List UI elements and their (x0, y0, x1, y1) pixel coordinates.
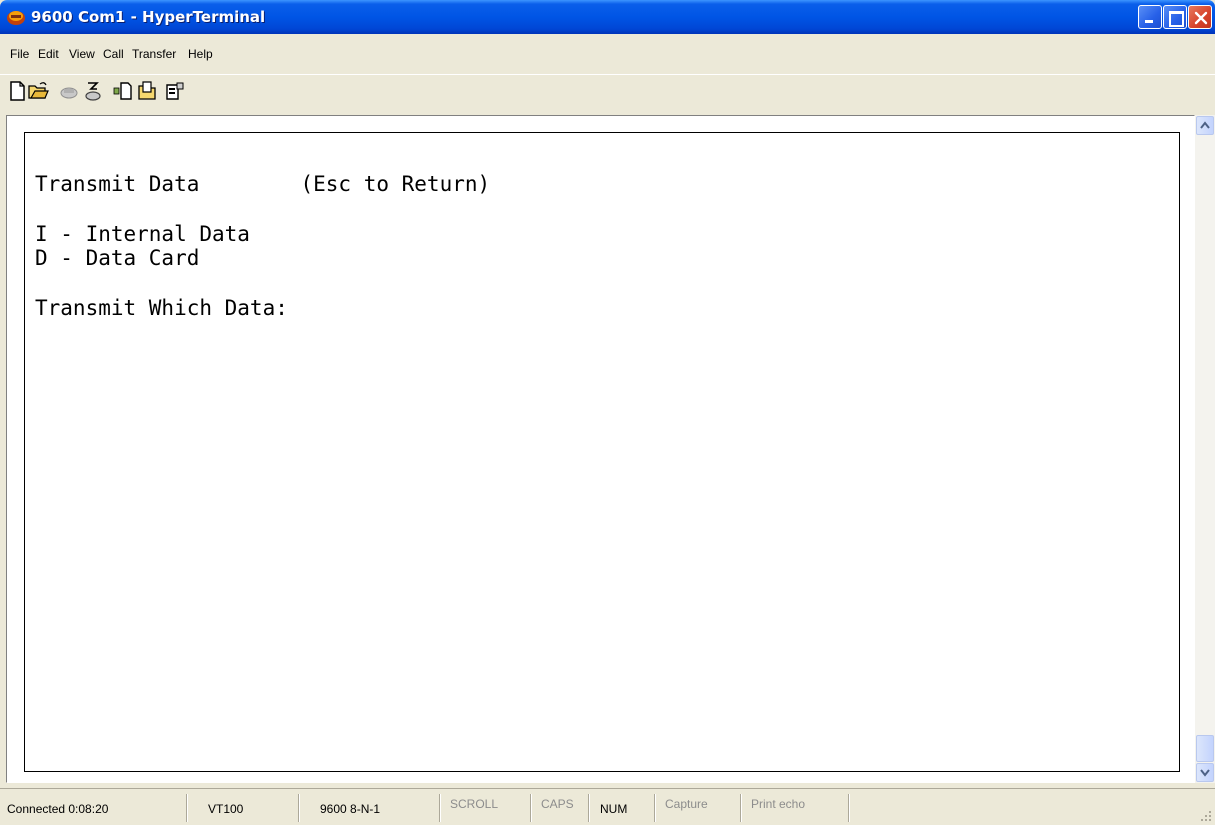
title-bar[interactable]: 9600 Com1 - HyperTerminal (0, 0, 1215, 34)
scroll-thumb[interactable] (1196, 735, 1214, 762)
menu-view[interactable]: View (69, 47, 95, 61)
status-capture: Capture (665, 797, 708, 811)
menu-call[interactable]: Call (103, 47, 124, 61)
menu-bar (0, 34, 1215, 72)
status-divider (848, 794, 850, 822)
menu-edit[interactable]: Edit (38, 47, 59, 61)
status-divider (186, 794, 188, 822)
status-settings: 9600 8-N-1 (320, 802, 381, 816)
scroll-down-button[interactable] (1196, 763, 1214, 782)
status-divider (654, 794, 656, 822)
status-emulation: VT100 (208, 802, 244, 816)
status-divider (439, 794, 441, 822)
properties-icon[interactable] (164, 80, 186, 102)
status-divider (298, 794, 300, 822)
hyperterminal-icon (6, 8, 26, 26)
receive-icon[interactable] (136, 80, 158, 102)
menu-help[interactable]: Help (188, 47, 213, 61)
chevron-up-icon (1200, 121, 1210, 129)
connect-icon[interactable] (58, 80, 80, 102)
status-num: NUM (600, 802, 628, 816)
terminal-line: D - Data Card (35, 246, 200, 270)
status-scroll: SCROLL (450, 797, 499, 811)
status-divider (740, 794, 742, 822)
status-divider (588, 794, 590, 822)
terminal-line: Transmit Data (Esc to Return) (35, 172, 491, 196)
menu-transfer[interactable]: Transfer (132, 47, 176, 61)
terminal-line: I - Internal Data (35, 222, 250, 246)
scroll-up-button[interactable] (1196, 116, 1214, 135)
close-icon (1194, 11, 1208, 25)
maximize-button[interactable] (1163, 5, 1187, 29)
close-button[interactable] (1188, 5, 1212, 29)
disconnect-icon[interactable] (82, 80, 104, 102)
send-icon[interactable] (112, 80, 134, 102)
new-icon[interactable] (7, 80, 29, 102)
status-divider (530, 794, 532, 822)
status-print-echo: Print echo (751, 797, 806, 811)
open-icon[interactable] (27, 80, 49, 102)
menu-file[interactable]: File (10, 47, 29, 61)
vertical-scrollbar[interactable] (1195, 115, 1215, 783)
chevron-down-icon (1200, 769, 1210, 777)
terminal-line: Transmit Which Data: (35, 296, 288, 320)
status-connected: Connected 0:08:20 (7, 802, 109, 816)
window-title: 9600 Com1 - HyperTerminal (31, 8, 266, 26)
minimize-button[interactable] (1138, 5, 1162, 29)
status-caps: CAPS (541, 797, 574, 811)
resize-grip-icon[interactable] (1198, 808, 1213, 823)
